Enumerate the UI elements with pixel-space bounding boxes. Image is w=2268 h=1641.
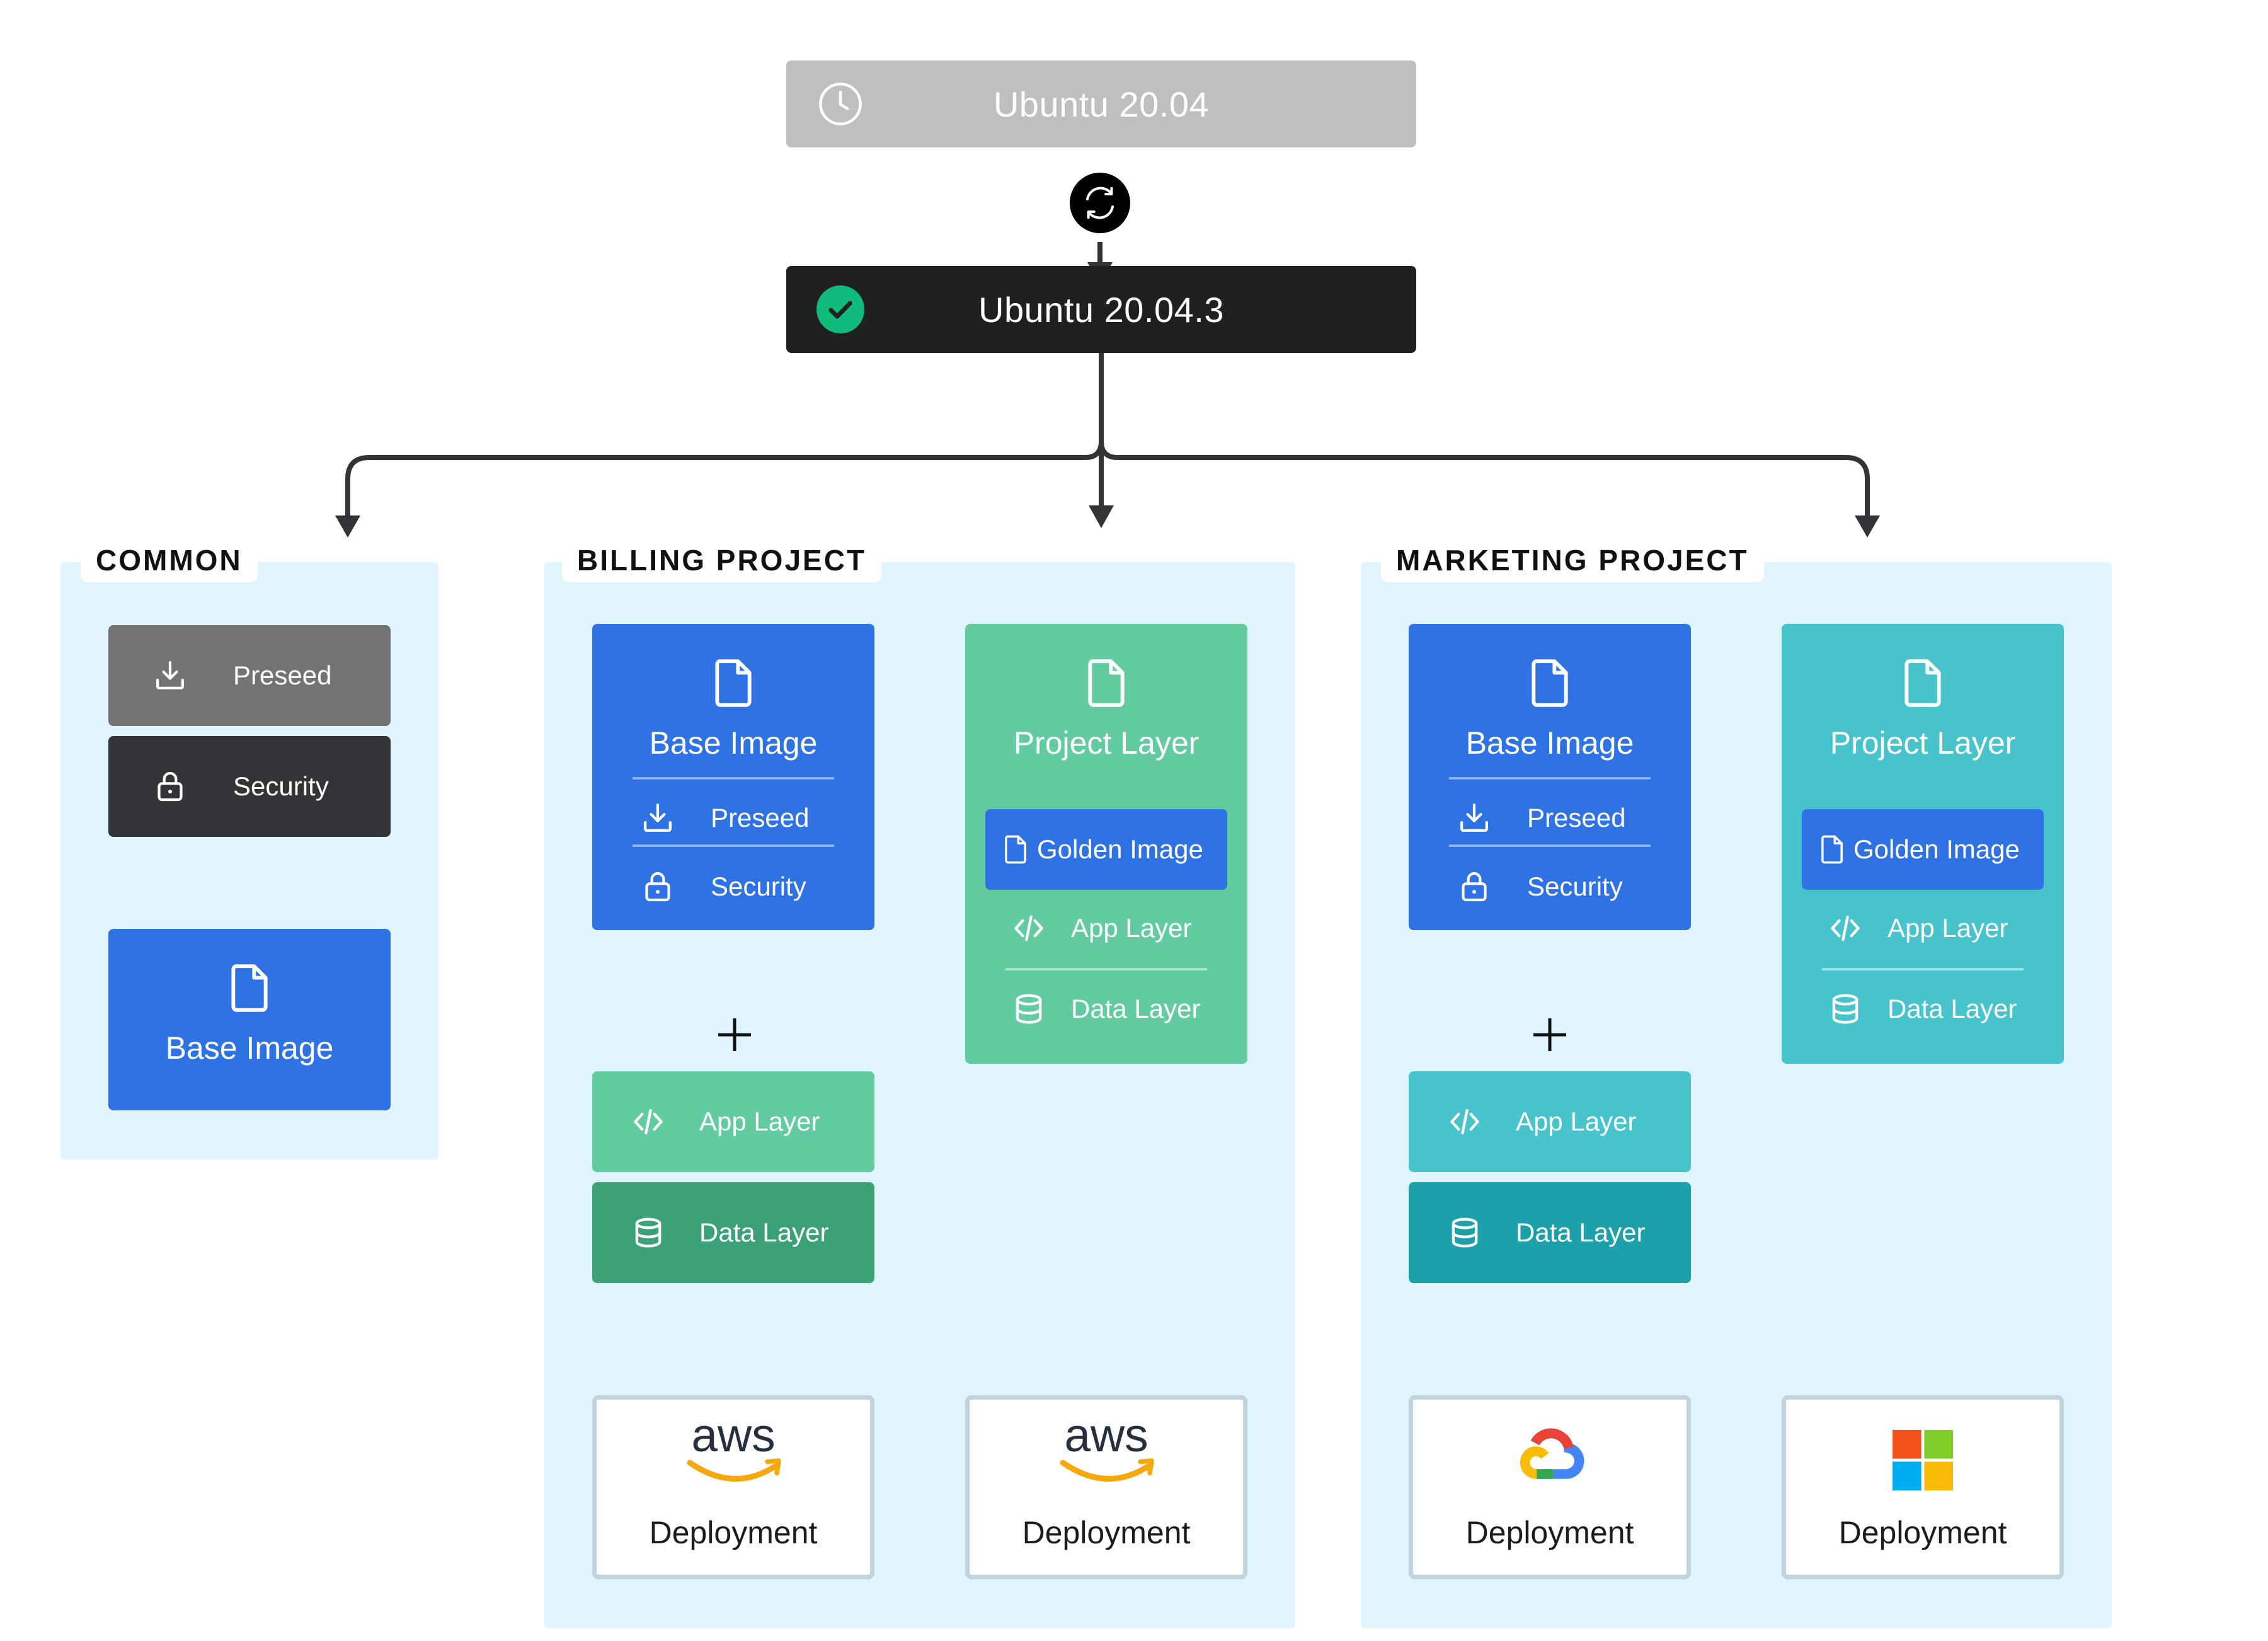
code-icon xyxy=(1827,910,1864,947)
common-panel-title: COMMON xyxy=(81,542,258,582)
version-pending-box[interactable]: Ubuntu 20.04 xyxy=(786,60,1416,147)
marketing-project-layer-card[interactable]: Project Layer Golden Image App Layer Dat… xyxy=(1782,624,2064,1064)
billing-deployment-aws-1[interactable]: Deployment xyxy=(592,1395,874,1579)
divider xyxy=(1005,968,1207,970)
file-icon xyxy=(1895,655,1950,711)
marketing-data-layer-card[interactable]: Data Layer xyxy=(1409,1182,1691,1283)
marketing-base-image-card[interactable]: Base Image Preseed Security xyxy=(1409,624,1691,930)
billing-base-security-row: Security xyxy=(640,852,806,921)
file-icon xyxy=(1522,655,1578,711)
billing-app-layer-card[interactable]: App Layer xyxy=(592,1071,874,1172)
aws-logo-icon xyxy=(1050,1414,1163,1489)
marketing-base-security-row: Security xyxy=(1457,852,1623,921)
billing-project-data-row: Data Layer xyxy=(1011,981,1200,1037)
code-icon xyxy=(1011,910,1047,947)
divider xyxy=(1822,968,2024,970)
file-icon xyxy=(1816,833,1848,866)
billing-project-layer-title: Project Layer xyxy=(1013,725,1200,761)
common-base-image-card[interactable]: Base Image xyxy=(108,929,391,1110)
marketing-project-app-row: App Layer xyxy=(1827,900,2008,957)
version-current-label: Ubuntu 20.04.3 xyxy=(978,289,1224,330)
marketing-base-image-title: Base Image xyxy=(1465,725,1634,761)
common-security-label: Security xyxy=(233,771,329,801)
common-preseed-label: Preseed xyxy=(233,660,332,690)
refresh-icon[interactable] xyxy=(1070,173,1130,233)
marketing-app-layer-card[interactable]: App Layer xyxy=(1409,1071,1691,1172)
arrowhead xyxy=(1855,515,1880,538)
divider xyxy=(633,777,834,780)
billing-deployment-aws-2[interactable]: Deployment xyxy=(965,1395,1247,1579)
download-icon xyxy=(640,800,675,836)
branch-common xyxy=(345,353,1104,517)
code-icon xyxy=(630,1103,667,1140)
marketing-project-layer-title: Project Layer xyxy=(1830,725,2016,761)
file-icon xyxy=(706,655,761,711)
arrowhead xyxy=(1089,505,1114,528)
clock-icon xyxy=(819,83,862,125)
marketing-base-preseed-row: Preseed xyxy=(1457,786,1625,849)
database-icon xyxy=(1446,1214,1483,1251)
download-icon xyxy=(1457,800,1492,836)
google-cloud-logo-icon xyxy=(1520,1428,1584,1479)
billing-base-image-title: Base Image xyxy=(649,725,818,761)
billing-panel-title: BILLING PROJECT xyxy=(562,542,882,582)
download-icon xyxy=(152,658,188,693)
database-icon xyxy=(1011,991,1047,1027)
marketing-panel-title: MARKETING PROJECT xyxy=(1381,542,1764,582)
billing-base-image-card[interactable]: Base Image Preseed Security xyxy=(592,624,874,930)
divider xyxy=(1449,777,1651,780)
branch-marketing xyxy=(1099,440,1870,517)
plus-icon xyxy=(716,1016,753,1054)
marketing-deployment-gcp[interactable]: Deployment xyxy=(1409,1395,1691,1579)
version-pending-label: Ubuntu 20.04 xyxy=(993,84,1210,124)
database-icon xyxy=(1827,991,1864,1027)
aws-logo-icon xyxy=(677,1414,790,1489)
common-base-image-label: Base Image xyxy=(165,1030,334,1066)
lock-icon xyxy=(152,769,188,804)
code-icon xyxy=(1446,1103,1483,1140)
billing-project-app-row: App Layer xyxy=(1011,900,1191,957)
billing-golden-image[interactable]: Golden Image xyxy=(985,809,1227,890)
check-circle-icon xyxy=(816,285,864,333)
common-security-card[interactable]: Security xyxy=(108,736,391,837)
billing-data-layer-card[interactable]: Data Layer xyxy=(592,1182,874,1283)
version-current-box[interactable]: Ubuntu 20.04.3 xyxy=(786,266,1416,353)
file-icon xyxy=(1079,655,1134,711)
arrowhead xyxy=(335,515,360,538)
marketing-golden-image[interactable]: Golden Image xyxy=(1802,809,2044,890)
marketing-project-data-row: Data Layer xyxy=(1827,981,2017,1037)
plus-icon xyxy=(1531,1016,1569,1054)
file-icon xyxy=(999,833,1032,866)
lock-icon xyxy=(640,869,675,904)
billing-project-layer-card[interactable]: Project Layer Golden Image App Layer Dat… xyxy=(965,624,1247,1064)
microsoft-logo-icon xyxy=(1893,1430,1953,1490)
database-icon xyxy=(630,1214,667,1251)
common-preseed-card[interactable]: Preseed xyxy=(108,625,391,726)
divider xyxy=(633,844,834,847)
marketing-deployment-azure[interactable]: Deployment xyxy=(1782,1395,2064,1579)
lock-icon xyxy=(1457,869,1492,904)
billing-base-preseed-row: Preseed xyxy=(640,786,809,849)
file-icon xyxy=(222,960,277,1016)
divider xyxy=(1449,844,1651,847)
